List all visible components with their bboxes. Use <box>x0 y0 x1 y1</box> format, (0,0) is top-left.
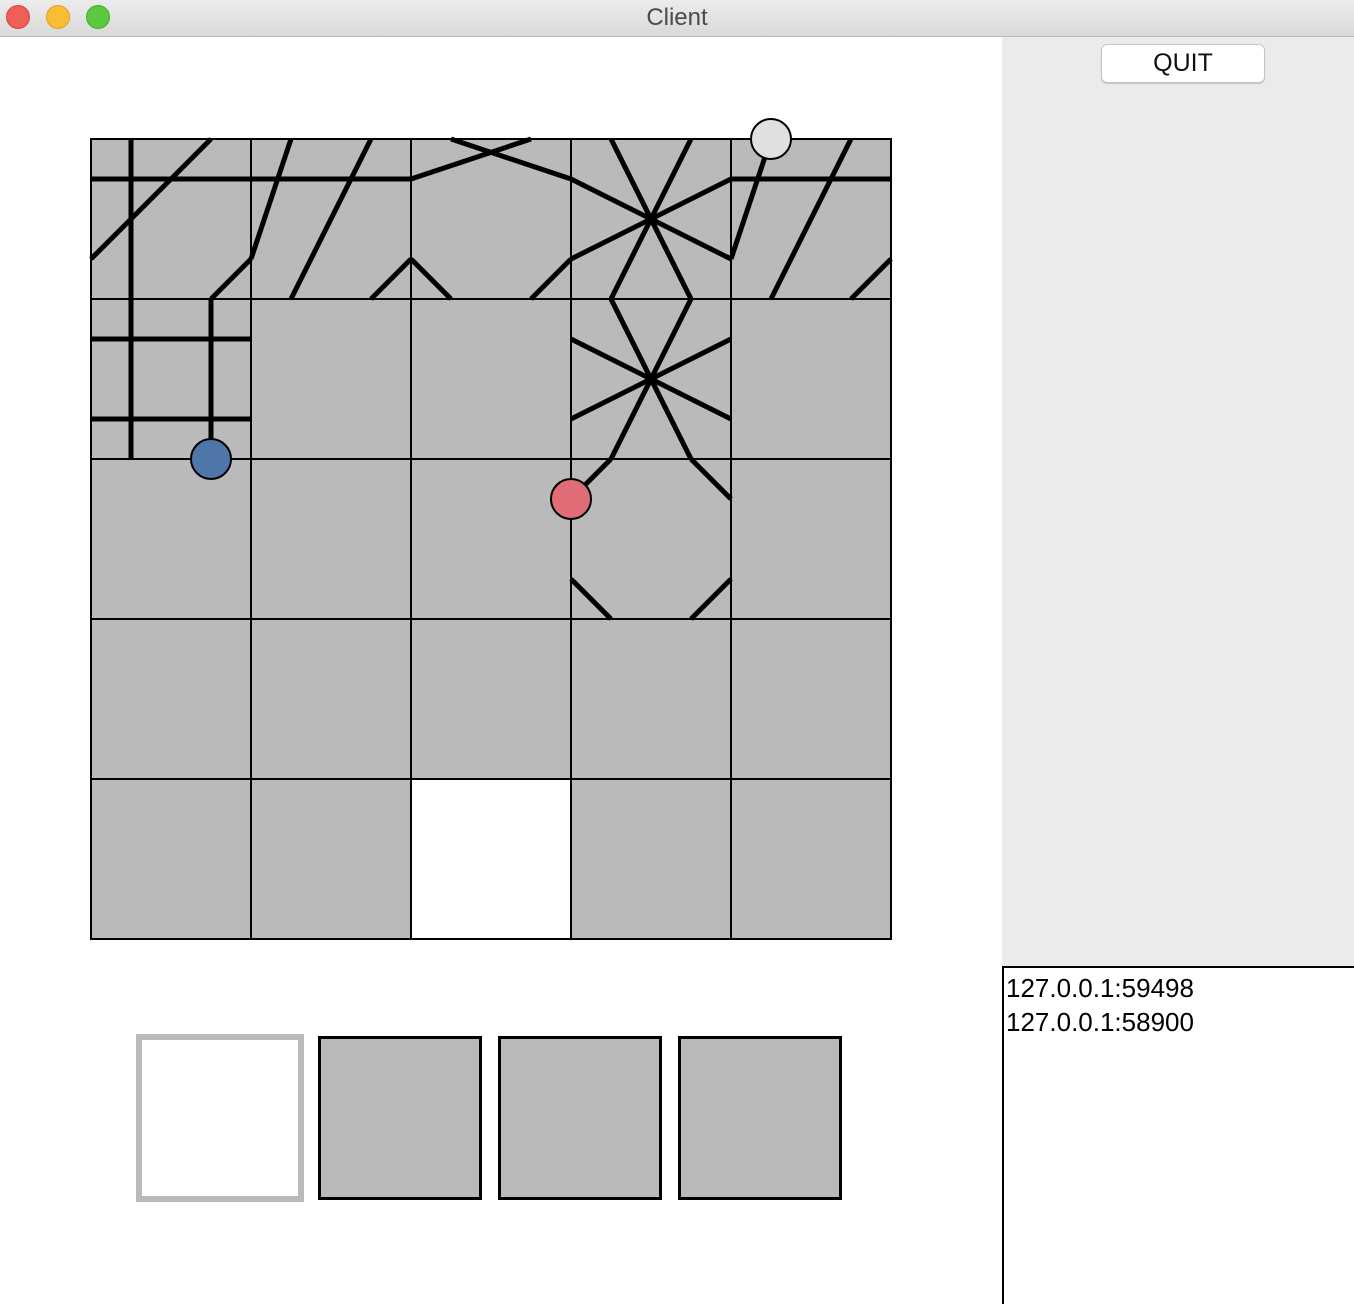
white-player-token <box>750 118 792 160</box>
board-cell[interactable] <box>250 778 412 940</box>
board-cell[interactable] <box>90 138 252 300</box>
game-board[interactable] <box>0 0 1000 960</box>
board-cell[interactable] <box>90 458 252 620</box>
board-cell[interactable] <box>730 618 892 780</box>
board-cell[interactable] <box>90 778 252 940</box>
board-cell[interactable] <box>250 298 412 460</box>
player-entry: 127.0.0.1:59498 <box>1006 973 1194 1003</box>
player-list: 127.0.0.1:59498 127.0.0.1:58900 <box>1002 966 1354 1304</box>
board-cell[interactable] <box>90 618 252 780</box>
board-cell[interactable] <box>90 298 252 460</box>
board-cell[interactable] <box>410 458 572 620</box>
quit-button[interactable]: QUIT <box>1101 44 1265 83</box>
hand-tile[interactable] <box>498 1036 662 1200</box>
player-entry: 127.0.0.1:58900 <box>1006 1007 1194 1037</box>
board-cell[interactable] <box>730 778 892 940</box>
board-cell[interactable] <box>250 458 412 620</box>
hand-tile-selected[interactable] <box>136 1034 304 1202</box>
board-cell[interactable] <box>410 298 572 460</box>
board-cell[interactable] <box>250 618 412 780</box>
blue-player-token <box>190 438 232 480</box>
side-panel <box>1002 37 1354 966</box>
board-cell[interactable] <box>410 618 572 780</box>
hand-tile[interactable] <box>678 1036 842 1200</box>
hand-tile[interactable] <box>318 1036 482 1200</box>
board-cell[interactable] <box>570 618 732 780</box>
empty-board-cell[interactable] <box>410 778 572 940</box>
board-cell[interactable] <box>730 458 892 620</box>
red-player-token <box>550 478 592 520</box>
board-cell[interactable] <box>570 778 732 940</box>
board-cell[interactable] <box>730 298 892 460</box>
board-cell[interactable] <box>570 458 732 620</box>
board-cell[interactable] <box>410 138 572 300</box>
